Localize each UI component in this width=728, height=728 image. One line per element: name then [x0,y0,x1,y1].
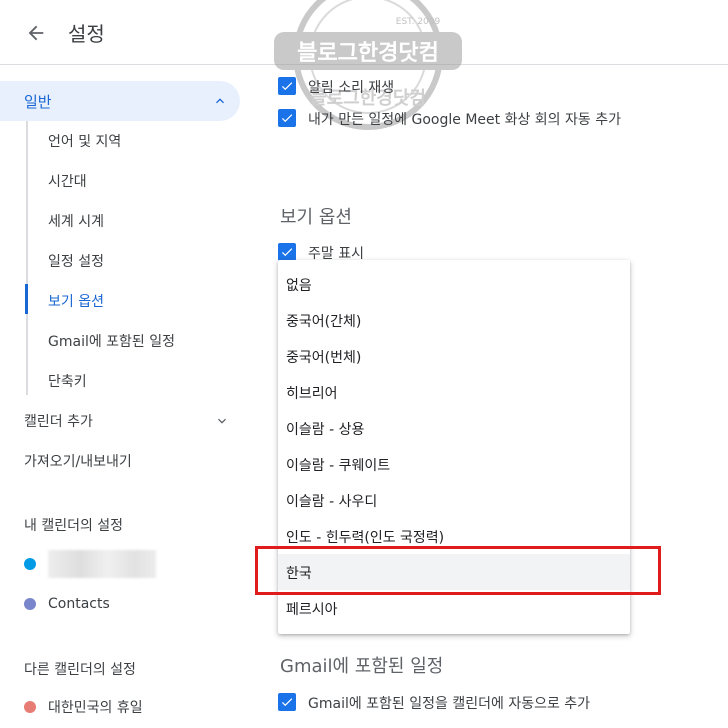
sidebar-item-add-calendar[interactable]: 캘린더 추가 [24,411,93,431]
option-label: 이슬람 - 상용 [286,422,365,438]
chevron-up-icon [216,98,224,104]
back-button[interactable] [18,15,54,51]
option-label: 없음 [286,278,312,294]
settings-header: 설정 [0,0,728,65]
calendar-name: 대한민국의 휴일 [48,700,143,716]
tree-line [26,121,28,395]
calendar-color-dot [24,701,36,713]
calendar-color-dot [24,598,36,610]
dropdown-option-islamic-civil[interactable]: 이슬람 - 상용 [278,410,630,446]
dropdown-option-persian[interactable]: 페르시아 [278,590,630,626]
sidebar-item-shortcuts[interactable]: 단축키 [48,371,87,391]
active-indicator [25,284,28,314]
sidebar-item-general[interactable]: 일반 [0,81,240,121]
sidebar-calendar-contacts[interactable]: Contacts [24,594,110,614]
my-calendars-heading: 내 캘린더의 설정 [24,518,124,534]
dropdown-option-indian-saka[interactable]: 인도 - 힌두력(인도 국정력) [278,518,630,554]
option-label: 페르시아 [286,602,338,618]
check-icon [281,698,293,707]
sidebar-item-language-region[interactable]: 언어 및 지역 [48,131,121,151]
option-label: 이슬람 - 쿠웨이트 [286,458,391,474]
sidebar-item-time-zone[interactable]: 시간대 [48,171,87,191]
option-label: 한국 [286,566,312,582]
sidebar-item-import-export[interactable]: 가져오기/내보내기 [24,451,132,471]
option-label: 중국어(번체) [286,350,362,366]
sidebar-item-gmail-events[interactable]: Gmail에 포함된 일정 [48,331,175,351]
other-calendars-heading: 다른 캘린더의 설정 [24,662,136,678]
gmail-events-checkbox[interactable] [278,693,296,711]
check-icon [281,248,293,257]
show-weekends-checkbox[interactable] [278,243,296,261]
check-icon [281,114,293,123]
chevron-down-icon[interactable] [214,413,230,429]
blurred-calendar-name [48,550,156,578]
sidebar-calendar-holidays[interactable]: 대한민국의 휴일 [24,697,143,717]
calendar-color-dot [24,558,36,570]
option-label: 중국어(간체) [286,314,362,330]
option-label: 인도 - 힌두력(인도 국정력) [286,530,445,546]
dropdown-option-none[interactable]: 없음 [278,266,630,302]
dropdown-option-chinese-simplified[interactable]: 중국어(간체) [278,302,630,338]
sidebar-item-event-settings[interactable]: 일정 설정 [48,251,104,271]
alert-sound-label: 알림 소리 재생 [308,80,395,96]
option-label: 이슬람 - 사우디 [286,494,378,510]
alternate-calendar-dropdown: 없음 중국어(간체) 중국어(번체) 히브리어 이슬람 - 상용 이슬람 - 쿠… [278,260,630,634]
settings-sidebar: 일반 언어 및 지역 시간대 세계 시계 일정 설정 보기 옵션 Gmail에 … [0,65,256,728]
view-options-title: 보기 옵션 [280,207,352,228]
sidebar-item-world-clock[interactable]: 세계 시계 [48,211,104,231]
page-title: 설정 [68,22,105,46]
gmail-events-title: Gmail에 포함된 일정 [280,656,444,677]
sidebar-calendar-item[interactable] [24,554,36,574]
gmail-events-label: Gmail에 포함된 일정을 캘린더에 자동으로 추가 [308,696,591,712]
google-meet-checkbox[interactable] [278,109,296,127]
option-label: 히브리어 [286,386,338,402]
sidebar-item-view-options[interactable]: 보기 옵션 [48,291,104,311]
alert-sound-checkbox[interactable] [278,77,296,95]
arrow-back-icon [28,25,44,41]
calendar-name: Contacts [48,596,110,612]
check-icon [281,82,293,91]
dropdown-option-chinese-traditional[interactable]: 중국어(번체) [278,338,630,374]
dropdown-option-islamic-kuwait[interactable]: 이슬람 - 쿠웨이트 [278,446,630,482]
dropdown-option-hebrew[interactable]: 히브리어 [278,374,630,410]
dropdown-option-korean[interactable]: 한국 [278,554,630,590]
sidebar-item-label: 일반 [24,93,52,111]
google-meet-label: 내가 만든 일정에 Google Meet 화상 회의 자동 추가 [308,112,621,128]
dropdown-option-islamic-saudi[interactable]: 이슬람 - 사우디 [278,482,630,518]
